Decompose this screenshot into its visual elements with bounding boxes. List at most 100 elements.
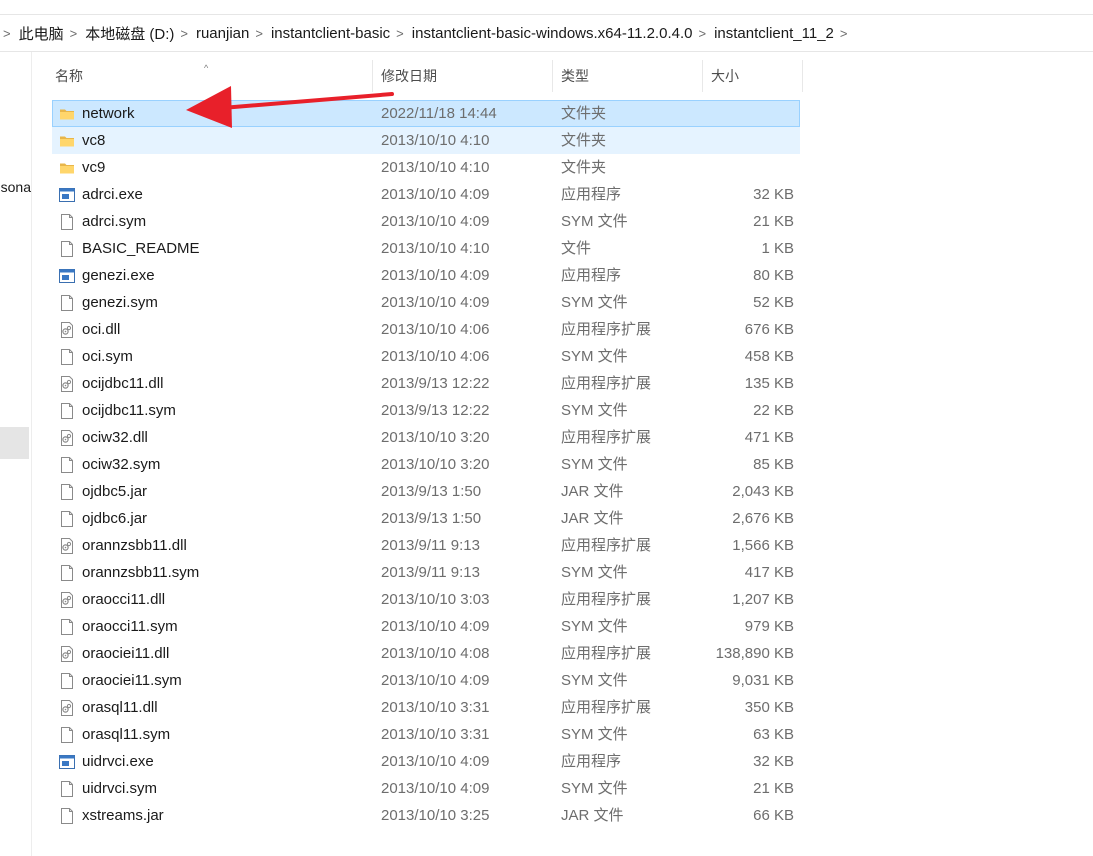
file-name[interactable]: BASIC_README <box>82 236 200 261</box>
file-row[interactable]: uidrvci.exe 2013/10/10 4:09 应用程序 32 KB <box>52 748 800 775</box>
breadcrumb: > 此电脑 > 本地磁盘 (D:) > ruanjian > instantclient-ba… <box>0 14 1093 52</box>
file-row[interactable]: genezi.exe 2013/10/10 4:09 应用程序 80 KB <box>52 262 800 289</box>
file-size: 1,207 KB <box>732 591 794 608</box>
file-size: 2,043 KB <box>732 483 794 500</box>
breadcrumb-item[interactable]: ruanjian <box>196 25 249 42</box>
file-icon <box>59 344 75 369</box>
navigation-pane-item-label[interactable]: sona <box>0 179 31 195</box>
file-size: 52 KB <box>753 294 794 311</box>
file-row[interactable]: orannzsbb11.sym 2013/9/11 9:13 SYM 文件 417 K… <box>52 559 800 586</box>
file-row[interactable]: xstreams.jar 2013/10/10 3:25 JAR 文件 66 KB <box>52 802 800 829</box>
exe-icon <box>59 182 75 207</box>
file-name[interactable]: genezi.exe <box>82 263 155 288</box>
file-row[interactable]: oraocci11.dll 2013/10/10 3:03 应用程序扩展 1,207 … <box>52 586 800 613</box>
file-name[interactable]: ociw32.sym <box>82 452 160 477</box>
file-date-modified: 2013/10/10 4:09 <box>381 753 490 770</box>
file-name[interactable]: genezi.sym <box>82 290 158 315</box>
breadcrumb-chevron-icon[interactable]: > <box>3 26 11 41</box>
file-name[interactable]: xstreams.jar <box>82 803 164 828</box>
file-type: SYM 文件 <box>561 726 628 743</box>
column-header-type[interactable]: 类型 <box>553 60 703 92</box>
dll-icon <box>59 641 75 666</box>
file-row[interactable]: ojdbc6.jar 2013/9/13 1:50 JAR 文件 2,676 KB <box>52 505 800 532</box>
file-date-modified: 2013/10/10 4:10 <box>381 159 490 176</box>
file-size: 1 KB <box>761 240 794 257</box>
breadcrumb-chevron-icon[interactable]: > <box>698 26 706 41</box>
column-header-date[interactable]: 修改日期 <box>373 60 553 92</box>
file-date-modified: 2013/10/10 3:25 <box>381 807 490 824</box>
file-name[interactable]: adrci.exe <box>82 182 143 207</box>
breadcrumb-item[interactable]: instantclient-basic <box>271 25 390 42</box>
file-icon <box>59 506 75 531</box>
file-size: 63 KB <box>753 726 794 743</box>
file-row[interactable]: genezi.sym 2013/10/10 4:09 SYM 文件 52 KB <box>52 289 800 316</box>
column-header-size[interactable]: 大小 <box>703 60 803 92</box>
file-name[interactable]: network <box>82 101 135 126</box>
file-type: 应用程序扩展 <box>561 375 652 392</box>
file-name[interactable]: ocijdbc11.dll <box>82 371 163 396</box>
file-date-modified: 2013/9/13 1:50 <box>381 483 482 500</box>
breadcrumb-chevron-icon[interactable]: > <box>840 26 848 41</box>
file-row[interactable]: ociw32.dll 2013/10/10 3:20 应用程序扩展 471 KB <box>52 424 800 451</box>
file-name[interactable]: ojdbc6.jar <box>82 506 147 531</box>
file-name[interactable]: uidrvci.exe <box>82 749 154 774</box>
file-row[interactable]: ocijdbc11.dll 2013/9/13 12:22 应用程序扩展 135 KB <box>52 370 800 397</box>
file-name[interactable]: oraociei11.dll <box>82 641 169 666</box>
file-row[interactable]: oci.dll 2013/10/10 4:06 应用程序扩展 676 KB <box>52 316 800 343</box>
file-name[interactable]: oraocci11.sym <box>82 614 178 639</box>
file-name[interactable]: oci.dll <box>82 317 120 342</box>
file-type: SYM 文件 <box>561 456 628 473</box>
file-row[interactable]: ocijdbc11.sym 2013/9/13 12:22 SYM 文件 22 KB <box>52 397 800 424</box>
file-date-modified: 2013/10/10 4:09 <box>381 294 490 311</box>
file-row[interactable]: oraocci11.sym 2013/10/10 4:09 SYM 文件 979 KB <box>52 613 800 640</box>
file-name[interactable]: orannzsbb11.sym <box>82 560 199 585</box>
breadcrumb-item[interactable]: 本地磁盘 (D:) <box>85 23 174 44</box>
file-row[interactable]: orasql11.sym 2013/10/10 3:31 SYM 文件 63 KB <box>52 721 800 748</box>
file-date-modified: 2013/10/10 4:09 <box>381 186 490 203</box>
file-name[interactable]: orasql11.sym <box>82 722 170 747</box>
breadcrumb-chevron-icon[interactable]: > <box>180 26 188 41</box>
file-row[interactable]: orannzsbb11.dll 2013/9/11 9:13 应用程序扩展 1,566… <box>52 532 800 559</box>
file-row[interactable]: vc8 2013/10/10 4:10 文件夹 <box>52 127 800 154</box>
file-name[interactable]: oraocci11.dll <box>82 587 165 612</box>
file-name[interactable]: oci.sym <box>82 344 133 369</box>
file-size: 350 KB <box>744 699 794 716</box>
navigation-pane-selected-item[interactable] <box>0 427 29 459</box>
file-row[interactable]: network 2022/11/18 14:44 文件夹 <box>52 100 800 127</box>
file-name[interactable]: vc8 <box>82 128 105 153</box>
file-row[interactable]: ojdbc5.jar 2013/9/13 1:50 JAR 文件 2,043 KB <box>52 478 800 505</box>
breadcrumb-item[interactable]: instantclient_11_2 <box>714 25 834 42</box>
file-name[interactable]: adrci.sym <box>82 209 146 234</box>
file-name[interactable]: vc9 <box>82 155 105 180</box>
file-name[interactable]: ocijdbc11.sym <box>82 398 176 423</box>
file-name[interactable]: orannzsbb11.dll <box>82 533 187 558</box>
file-row[interactable]: ociw32.sym 2013/10/10 3:20 SYM 文件 85 KB <box>52 451 800 478</box>
file-date-modified: 2022/11/18 14:44 <box>381 105 497 122</box>
file-row[interactable]: adrci.exe 2013/10/10 4:09 应用程序 32 KB <box>52 181 800 208</box>
file-name[interactable]: ociw32.dll <box>82 425 148 450</box>
file-row[interactable]: oci.sym 2013/10/10 4:06 SYM 文件 458 KB <box>52 343 800 370</box>
file-name[interactable]: orasql11.dll <box>82 695 158 720</box>
file-type: 应用程序扩展 <box>561 321 652 338</box>
breadcrumb-chevron-icon[interactable]: > <box>396 26 404 41</box>
file-name[interactable]: ojdbc5.jar <box>82 479 147 504</box>
breadcrumb-chevron-icon[interactable]: > <box>255 26 263 41</box>
file-row[interactable]: BASIC_README 2013/10/10 4:10 文件 1 KB <box>52 235 800 262</box>
file-row[interactable]: vc9 2013/10/10 4:10 文件夹 <box>52 154 800 181</box>
file-icon <box>59 803 75 828</box>
file-date-modified: 2013/9/11 9:13 <box>381 564 480 581</box>
file-row[interactable]: orasql11.dll 2013/10/10 3:31 应用程序扩展 350 KB <box>52 694 800 721</box>
breadcrumb-item[interactable]: instantclient-basic-windows.x64-11.2.0.4… <box>412 25 693 42</box>
file-row[interactable]: adrci.sym 2013/10/10 4:09 SYM 文件 21 KB <box>52 208 800 235</box>
column-header-name[interactable]: 名称 ^ <box>47 60 373 92</box>
file-date-modified: 2013/10/10 4:09 <box>381 267 490 284</box>
file-row[interactable]: oraociei11.dll 2013/10/10 4:08 应用程序扩展 138,8… <box>52 640 800 667</box>
file-name[interactable]: oraociei11.sym <box>82 668 182 693</box>
file-row[interactable]: uidrvci.sym 2013/10/10 4:09 SYM 文件 21 KB <box>52 775 800 802</box>
file-row[interactable]: oraociei11.sym 2013/10/10 4:09 SYM 文件 9,031… <box>52 667 800 694</box>
breadcrumb-item[interactable]: 此电脑 <box>19 23 64 44</box>
navigation-pane[interactable]: sona <box>0 52 32 856</box>
file-name[interactable]: uidrvci.sym <box>82 776 157 801</box>
breadcrumb-chevron-icon[interactable]: > <box>70 26 78 41</box>
file-date-modified: 2013/10/10 3:20 <box>381 456 490 473</box>
